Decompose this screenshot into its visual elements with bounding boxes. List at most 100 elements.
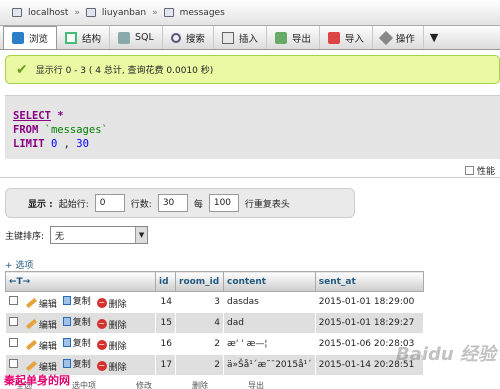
sql-count: 30 bbox=[76, 138, 89, 150]
table-row: 编辑 复制 − 删除 14 3 dasdas 2015-01-01 18:29:0… bbox=[5, 291, 424, 313]
cell-sent-at: 2015-01-01 18:29:27 bbox=[314, 312, 424, 334]
copy-action[interactable]: 复制 bbox=[62, 336, 91, 349]
edit-action[interactable]: 编辑 bbox=[25, 339, 57, 352]
tab-structure[interactable]: 结构 bbox=[57, 26, 111, 49]
repeat-header-input[interactable]: 100 bbox=[208, 194, 239, 212]
cell-content: æ' ' æ—¦ bbox=[223, 333, 316, 355]
edit-label: 编辑 bbox=[38, 341, 57, 352]
delete-label: 删除 bbox=[108, 299, 127, 310]
delete-label: 删除 bbox=[108, 341, 127, 352]
cell-id: 14 bbox=[155, 291, 176, 313]
tab-label: SQL bbox=[135, 32, 154, 43]
delete-action[interactable]: − 删除 bbox=[96, 360, 127, 373]
sql-offset: 0 bbox=[50, 138, 58, 150]
copy-action[interactable]: 复制 bbox=[62, 294, 91, 308]
pencil-icon bbox=[25, 298, 37, 309]
row-actions: 编辑 复制 − 删除 bbox=[5, 312, 156, 334]
sql-select-keyword[interactable]: SELECT bbox=[13, 110, 51, 122]
delete-action[interactable]: − 删除 bbox=[96, 339, 127, 352]
breadcrumb-database[interactable]: liuyanban bbox=[102, 8, 146, 18]
cell-content: dasdas bbox=[223, 291, 316, 313]
success-text: 显示行 0 - 3 ( 4 总计, 查询花费 0.0010 秒) bbox=[35, 66, 214, 76]
sql-icon bbox=[118, 31, 131, 44]
copy-label: 复制 bbox=[72, 297, 91, 308]
pencil-icon bbox=[25, 340, 37, 351]
row-checkbox[interactable] bbox=[9, 317, 18, 327]
tab-search[interactable]: 搜索 bbox=[163, 26, 214, 49]
cell-id: 17 bbox=[155, 354, 176, 376]
copy-label: 复制 bbox=[72, 318, 91, 329]
edit-label: 编辑 bbox=[38, 320, 57, 331]
selected-label: 选中项 bbox=[72, 381, 96, 389]
tab-label: 浏览 bbox=[29, 34, 49, 45]
tab-browse[interactable]: 浏览 bbox=[3, 26, 58, 49]
table-icon bbox=[163, 8, 174, 17]
tab-export[interactable]: 导出 bbox=[267, 26, 320, 49]
sql-table-name: `messages` bbox=[44, 124, 108, 136]
tab-operations[interactable]: 操作 bbox=[373, 26, 424, 49]
column-header-id[interactable]: id bbox=[155, 271, 176, 292]
edit-action[interactable]: 编辑 bbox=[25, 297, 57, 310]
tab-import[interactable]: 导入 bbox=[320, 26, 373, 49]
bulk-delete-link[interactable]: 删除 bbox=[192, 380, 208, 389]
edit-label: 编辑 bbox=[38, 362, 57, 373]
delete-action[interactable]: − 删除 bbox=[96, 318, 127, 331]
tab-insert[interactable]: 插入 bbox=[214, 26, 267, 49]
database-icon bbox=[85, 8, 96, 17]
table-nav-arrows[interactable]: ←T→ bbox=[5, 271, 156, 292]
edit-action[interactable]: 编辑 bbox=[25, 318, 57, 331]
profiling-toggle[interactable]: 性能 bbox=[465, 164, 495, 177]
options-link[interactable]: + 选项 bbox=[5, 258, 33, 271]
chevron-down-icon: ▼ bbox=[429, 31, 439, 44]
rows-label: 行数: bbox=[130, 199, 152, 210]
copy-icon bbox=[62, 338, 71, 348]
sort-select[interactable]: 无 ▼ bbox=[50, 226, 149, 244]
structure-icon bbox=[65, 31, 78, 44]
table-row: 编辑 复制 − 删除 16 2 æ' ' æ—¦ 2015-01-06 20:28… bbox=[5, 333, 424, 355]
export-icon bbox=[274, 31, 287, 44]
tab-label: 结构 bbox=[82, 33, 102, 45]
row-checkbox[interactable] bbox=[9, 359, 18, 369]
row-actions: 编辑 复制 − 删除 bbox=[5, 333, 156, 355]
copy-action[interactable]: 复制 bbox=[62, 315, 91, 329]
edit-action[interactable]: 编辑 bbox=[25, 360, 57, 373]
copy-icon bbox=[62, 317, 71, 327]
start-row-input[interactable]: 0 bbox=[94, 194, 125, 212]
breadcrumb-table[interactable]: messages bbox=[180, 8, 225, 18]
cell-id: 15 bbox=[155, 312, 176, 334]
edit-label: 编辑 bbox=[38, 299, 57, 310]
copy-icon bbox=[62, 359, 71, 369]
rows-input[interactable]: 30 bbox=[157, 194, 188, 212]
column-header-room-id[interactable]: room_id bbox=[175, 271, 224, 292]
breadcrumb-separator: » bbox=[74, 7, 80, 18]
row-checkbox[interactable] bbox=[9, 338, 18, 348]
tab-label: 插入 bbox=[238, 33, 258, 45]
every-label: 每 bbox=[193, 199, 203, 210]
copy-action[interactable]: 复制 bbox=[62, 357, 91, 370]
delete-action[interactable]: − 删除 bbox=[96, 297, 127, 310]
column-header-sent-at[interactable]: sent_at bbox=[314, 271, 424, 292]
column-header-content[interactable]: content bbox=[223, 271, 316, 292]
bulk-edit-link[interactable]: 修改 bbox=[136, 380, 152, 389]
sort-label: 主键排序: bbox=[5, 231, 45, 242]
cell-room-id: 3 bbox=[175, 291, 224, 313]
tab-bar: 浏览 结构 SQL 搜索 插入 导出 导入 操作 ▼ bbox=[0, 26, 500, 50]
sql-star: * bbox=[57, 110, 64, 122]
chevron-down-icon: ▼ bbox=[135, 227, 148, 243]
tab-sql[interactable]: SQL bbox=[110, 26, 163, 49]
cell-content: ä»Šå¹´æ˜¯2015å¹´ bbox=[223, 354, 316, 376]
tab-label: 导入 bbox=[344, 33, 364, 45]
cell-room-id: 2 bbox=[175, 333, 224, 355]
breadcrumb-server[interactable]: localhost bbox=[28, 8, 68, 18]
breadcrumb-separator: » bbox=[152, 7, 158, 18]
row-checkbox[interactable] bbox=[9, 296, 18, 306]
tab-label: 导出 bbox=[291, 33, 311, 45]
sql-limit-keyword: LIMIT bbox=[13, 138, 45, 150]
profiling-checkbox[interactable] bbox=[465, 166, 474, 175]
delete-icon: − bbox=[96, 298, 107, 309]
tab-more-button[interactable]: ▼ bbox=[424, 26, 444, 49]
bulk-export-link[interactable]: 导出 bbox=[248, 380, 264, 389]
baidu-watermark-logo: Baidu 经验 bbox=[396, 344, 497, 365]
show-label: 显示 : bbox=[28, 199, 53, 210]
cell-id: 16 bbox=[155, 333, 176, 355]
